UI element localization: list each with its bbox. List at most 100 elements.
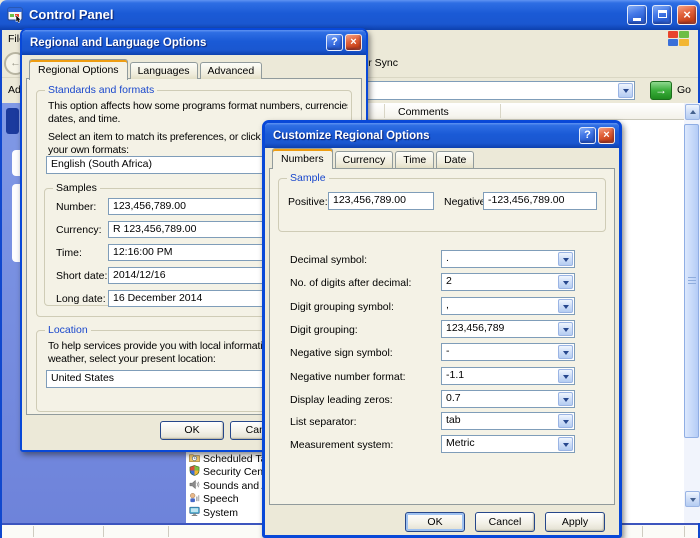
tab-advanced[interactable]: Advanced — [200, 62, 263, 79]
dropdown-button[interactable] — [558, 392, 573, 406]
close-button[interactable]: × — [677, 5, 697, 25]
security-center-icon — [189, 465, 200, 479]
scheduled-tasks-icon — [189, 452, 200, 466]
digit-grouping-select[interactable]: 123,456,789 — [441, 320, 575, 338]
measurement-system-label: Measurement system: — [290, 439, 393, 451]
list-separator-label: List separator: — [290, 416, 357, 428]
column-header-comments[interactable]: Comments — [398, 106, 449, 118]
cancel-button[interactable]: Cancel — [475, 512, 535, 532]
window-title: Control Panel — [29, 0, 114, 30]
digits-after-decimal-label: No. of digits after decimal: — [290, 277, 411, 289]
tab-time[interactable]: Time — [395, 151, 434, 168]
dialog-title: Regional and Language Options — [30, 37, 324, 49]
chevron-down-icon — [563, 351, 569, 358]
dropdown-button[interactable] — [558, 252, 573, 266]
go-button[interactable]: → — [650, 81, 672, 100]
list-separator-select[interactable]: tab — [441, 412, 575, 430]
system-icon — [189, 506, 200, 520]
decimal-symbol-value: . — [442, 251, 557, 267]
digits-after-decimal-select[interactable]: 2 — [441, 273, 575, 291]
dropdown-button[interactable] — [558, 414, 573, 428]
help-icon: ? — [331, 36, 338, 48]
negative-label: Negative: — [444, 196, 488, 208]
scroll-down-button[interactable] — [685, 491, 700, 507]
tab-languages[interactable]: Languages — [130, 62, 198, 79]
dialog-title: Customize Regional Options — [273, 130, 577, 142]
sample-group-label: Sample — [287, 172, 329, 185]
minimize-icon — [633, 18, 641, 21]
list-item-label: System — [203, 507, 238, 519]
minimize-button[interactable] — [627, 5, 647, 25]
close-button[interactable]: × — [345, 34, 362, 51]
positive-label: Positive: — [288, 196, 328, 208]
close-icon: × — [683, 7, 691, 22]
maximize-icon — [658, 10, 667, 18]
address-dropdown-button[interactable] — [618, 83, 633, 98]
chevron-down-icon — [563, 328, 569, 335]
go-arrow-icon: → — [655, 83, 667, 97]
tab-numbers[interactable]: Numbers — [272, 148, 333, 169]
digit-grouping-symbol-value: , — [442, 298, 557, 314]
display-leading-zeros-label: Display leading zeros: — [290, 394, 393, 406]
positive-sample-field[interactable]: 123,456,789.00 — [328, 192, 434, 210]
display-leading-zeros-select[interactable]: 0.7 — [441, 390, 575, 408]
ok-button[interactable]: OK — [160, 421, 224, 440]
decimal-symbol-label: Decimal symbol: — [290, 254, 367, 266]
scroll-thumb-grip — [688, 277, 696, 286]
chevron-down-icon — [563, 420, 569, 427]
maximize-button[interactable] — [652, 5, 672, 25]
dropdown-button[interactable] — [558, 275, 573, 289]
chevron-down-icon — [563, 443, 569, 450]
list-item[interactable]: Speech — [189, 492, 239, 505]
tab-currency[interactable]: Currency — [335, 151, 394, 168]
chevron-down-icon — [563, 398, 569, 405]
digit-grouping-label: Digit grouping: — [290, 324, 358, 336]
digit-grouping-symbol-select[interactable]: , — [441, 297, 575, 315]
dropdown-button[interactable] — [558, 345, 573, 359]
help-button[interactable]: ? — [326, 34, 343, 51]
measurement-system-select[interactable]: Metric — [441, 435, 575, 453]
list-item[interactable]: System — [189, 506, 238, 519]
dropdown-button[interactable] — [558, 369, 573, 383]
close-button[interactable]: × — [598, 127, 615, 144]
ok-button[interactable]: OK — [405, 512, 465, 532]
standards-group-label: Standards and formats — [45, 84, 157, 97]
digit-grouping-value: 123,456,789 — [442, 321, 557, 337]
scroll-thumb[interactable] — [684, 124, 699, 438]
digits-after-decimal-value: 2 — [442, 274, 557, 290]
negative-sign-symbol-label: Negative sign symbol: — [290, 347, 393, 359]
chevron-down-icon — [563, 258, 569, 265]
measurement-system-value: Metric — [442, 436, 557, 452]
negative-sample-field[interactable]: -123,456,789.00 — [483, 192, 597, 210]
negative-number-format-select[interactable]: -1.1 — [441, 367, 575, 385]
scroll-up-button[interactable] — [685, 104, 700, 120]
dropdown-button[interactable] — [558, 437, 573, 451]
regional-tabstrip: Regional Options Languages Advanced — [29, 59, 264, 79]
chevron-down-icon — [623, 89, 629, 96]
close-icon: × — [350, 36, 356, 48]
close-icon: × — [603, 129, 609, 141]
apply-button[interactable]: Apply — [545, 512, 605, 532]
chevron-down-icon — [563, 375, 569, 382]
dropdown-button[interactable] — [558, 299, 573, 313]
speech-icon — [189, 492, 200, 506]
control-panel-titlebar: Control Panel × — [0, 0, 700, 30]
digit-grouping-symbol-label: Digit grouping symbol: — [290, 301, 394, 313]
chevron-down-icon — [690, 498, 696, 505]
tab-regional-options[interactable]: Regional Options — [29, 59, 128, 80]
location-group-label: Location — [45, 324, 91, 337]
decimal-symbol-select[interactable]: . — [441, 250, 575, 268]
sample-currency-label: Currency: — [56, 224, 102, 236]
negative-number-format-value: -1.1 — [442, 368, 557, 384]
tab-date[interactable]: Date — [436, 151, 474, 168]
negative-number-format-label: Negative number format: — [290, 371, 406, 383]
negative-sign-symbol-select[interactable]: - — [441, 343, 575, 361]
sample-short-date-label: Short date: — [56, 270, 107, 282]
sample-long-date-label: Long date: — [56, 293, 106, 305]
customize-regional-options-dialog: Customize Regional Options ? × Numbers C… — [262, 120, 622, 538]
list-item-label: Speech — [203, 493, 239, 505]
vertical-scrollbar[interactable] — [684, 103, 700, 523]
samples-group-label: Samples — [53, 182, 100, 195]
dropdown-button[interactable] — [558, 322, 573, 336]
help-button[interactable]: ? — [579, 127, 596, 144]
